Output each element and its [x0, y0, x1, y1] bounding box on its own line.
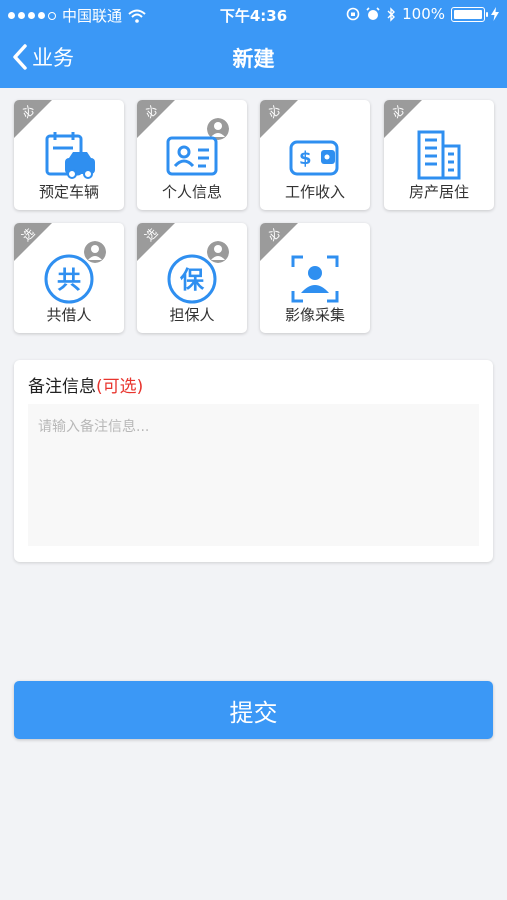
tile-label: 个人信息 — [161, 183, 222, 201]
notes-title: 备注信息(可选) — [28, 372, 143, 397]
tile-reserve-vehicle[interactable]: 必 预定车辆 — [14, 100, 124, 210]
bluetooth-icon — [387, 6, 396, 22]
guarantor-icon: 保 — [167, 254, 217, 304]
notes-card: 备注信息(可选) — [14, 360, 493, 562]
wallet-icon: $ — [289, 140, 339, 176]
tile-property-residence[interactable]: 必 房产居住 — [384, 100, 494, 210]
charging-icon — [491, 7, 499, 21]
status-bar: 中国联通 下午4:36 100% — [0, 0, 507, 30]
tile-label: 共借人 — [46, 306, 92, 324]
header: 中国联通 下午4:36 100% 业务 新建 — [0, 0, 507, 88]
id-card-icon — [166, 136, 218, 176]
tile-co-borrower[interactable]: 选 共 共借人 — [14, 223, 124, 333]
notes-title-text: 备注信息 — [28, 377, 96, 397]
tile-label: 预定车辆 — [38, 183, 99, 201]
orientation-lock-icon — [346, 7, 360, 21]
notes-input[interactable] — [28, 404, 479, 546]
nav-bar: 业务 新建 — [0, 30, 507, 88]
building-icon — [417, 130, 461, 180]
tile-label: 影像采集 — [284, 306, 345, 324]
optional-label: (可选) — [96, 377, 144, 397]
tile-personal-info[interactable]: 必 个人信息 — [137, 100, 247, 210]
alarm-icon — [366, 7, 380, 20]
tile-work-income[interactable]: 必 $ 工作收入 — [260, 100, 370, 210]
tile-image-capture[interactable]: 必 影像采集 — [260, 223, 370, 333]
co-borrower-icon: 共 — [44, 254, 94, 304]
tile-guarantor[interactable]: 选 保 担保人 — [137, 223, 247, 333]
submit-button[interactable]: 提交 — [14, 681, 493, 739]
tile-label: 工作收入 — [284, 183, 345, 201]
car-calendar-icon — [45, 132, 95, 179]
svg-text:保: 保 — [179, 266, 205, 294]
face-scan-icon — [291, 255, 339, 303]
battery-percent: 100% — [402, 5, 445, 23]
battery-icon — [451, 6, 488, 22]
tile-label: 担保人 — [169, 306, 215, 324]
svg-text:$: $ — [299, 148, 312, 169]
svg-text:共: 共 — [57, 266, 81, 294]
tile-label: 房产居住 — [408, 183, 469, 201]
page-title: 新建 — [232, 47, 275, 71]
